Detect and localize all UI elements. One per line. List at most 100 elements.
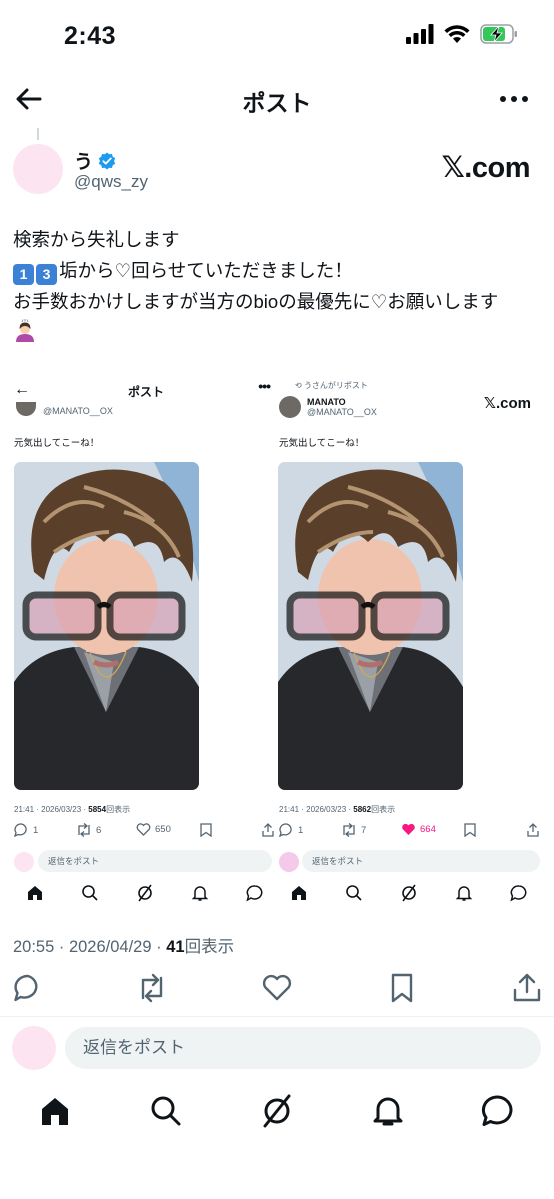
mini-bookmark-icon bbox=[200, 823, 212, 837]
views-suffix: 回表示 bbox=[184, 938, 235, 956]
reply-input[interactable]: 返信をポスト bbox=[65, 1027, 541, 1069]
mini-like-count: 664 bbox=[420, 824, 436, 835]
mini-action-bar: 1 6 650 bbox=[0, 823, 274, 841]
verified-badge-icon bbox=[98, 152, 116, 169]
mini-home-icon bbox=[292, 886, 306, 900]
mini-post-photo bbox=[14, 462, 199, 790]
home-icon[interactable] bbox=[38, 1094, 72, 1128]
tweet-line-3: お手数おかけしますが当方のbioの最優先に♡お願いします bbox=[13, 291, 499, 312]
mini-handle: @MANATO__OX bbox=[307, 407, 377, 417]
mini-reply-input: 返信をポスト bbox=[302, 850, 540, 872]
mini-reply-icon bbox=[279, 823, 292, 837]
mini-repost-icon bbox=[343, 823, 355, 837]
mini-action-bar: 1 7 664 bbox=[271, 823, 543, 841]
mini-bookmark-icon bbox=[464, 823, 476, 837]
mini-bell-icon bbox=[455, 886, 473, 901]
mini-more-icon: ••• bbox=[258, 378, 271, 394]
author-avatar[interactable] bbox=[13, 144, 63, 194]
tweet-line-2-text: 垢から♡回らせていただきました！ bbox=[59, 260, 353, 281]
mini-like-action: 664 bbox=[401, 823, 436, 836]
divider bbox=[0, 1016, 554, 1017]
author-name-row[interactable]: う bbox=[74, 147, 116, 174]
mini-views-suffix: 回表示 bbox=[371, 805, 396, 814]
x-com-logo: 𝕏.com bbox=[441, 152, 530, 184]
mini-bell-icon bbox=[191, 886, 209, 901]
embedded-post-right: ⟲ うさんがリポスト MANATO @MANATO__OX 𝕏.com 元気出し… bbox=[271, 372, 543, 910]
signal-icon bbox=[406, 24, 434, 44]
page-title: ポスト bbox=[242, 90, 312, 116]
mini-title: ポスト bbox=[128, 385, 165, 399]
mini-share-icon bbox=[527, 823, 539, 837]
mini-timestamp: 21:41 · 2026/03/23 · bbox=[14, 805, 89, 814]
mini-tab-bar bbox=[0, 884, 272, 906]
mini-grok-icon bbox=[138, 884, 152, 902]
home-indicator bbox=[205, 1184, 349, 1189]
mini-home-icon bbox=[28, 886, 42, 900]
like-heart-icon[interactable] bbox=[261, 972, 293, 1004]
mini-handle: @MANATO__OX bbox=[43, 406, 113, 416]
bottom-tab-bar bbox=[0, 1094, 554, 1138]
thread-line bbox=[37, 128, 39, 140]
mini-grok-icon bbox=[402, 884, 416, 902]
mini-reply-icon bbox=[14, 823, 27, 837]
author-handle[interactable]: @qws_zy bbox=[74, 172, 148, 192]
messages-icon[interactable] bbox=[481, 1094, 515, 1128]
mini-view-count: 5854 bbox=[88, 805, 107, 814]
person-bowing-emoji-icon bbox=[16, 319, 34, 342]
mini-reply-avatar bbox=[14, 852, 34, 872]
mini-reply-action: 1 bbox=[279, 823, 303, 837]
bookmark-icon[interactable] bbox=[386, 972, 418, 1004]
embedded-post-left: ← ポスト ••• @MANATO__OX 元気出してこーね！ 21:41 · … bbox=[0, 372, 274, 910]
post-header: ポスト bbox=[0, 72, 554, 124]
mini-tab-bar bbox=[271, 884, 543, 906]
mini-reply-avatar bbox=[279, 852, 299, 872]
keycap-digit: 3 bbox=[36, 264, 57, 285]
mini-reply-count: 1 bbox=[33, 824, 39, 836]
repost-icon[interactable] bbox=[136, 972, 168, 1004]
reply-avatar bbox=[12, 1026, 56, 1070]
mini-repost-note: ⟲ うさんがリポスト bbox=[295, 381, 368, 390]
mini-reply-input: 返信をポスト bbox=[38, 850, 272, 872]
mini-reply-count: 1 bbox=[298, 824, 304, 836]
grok-icon[interactable] bbox=[260, 1094, 294, 1128]
mini-repost-action: 6 bbox=[76, 823, 101, 837]
mini-like-action: 650 bbox=[136, 823, 171, 836]
mini-repost-action: 7 bbox=[341, 823, 366, 837]
mini-heart-filled-icon bbox=[402, 823, 415, 835]
mini-name: MANATO bbox=[307, 397, 346, 407]
keycap-digit: 1 bbox=[13, 264, 34, 285]
notifications-bell-icon[interactable] bbox=[371, 1094, 405, 1128]
reply-icon[interactable] bbox=[12, 972, 44, 1004]
tweet-text: 検索から失礼します 1 3 垢から♡回らせていただきました！ お手数おかけしますが当… bbox=[13, 224, 543, 348]
mini-messages-icon bbox=[246, 885, 263, 902]
mini-like-count: 650 bbox=[155, 824, 171, 835]
search-icon[interactable] bbox=[149, 1094, 183, 1128]
author-name[interactable]: う bbox=[74, 147, 93, 174]
mini-post-meta: 21:41 · 2026/03/23 · 5862回表示 bbox=[279, 804, 395, 815]
mini-post-text: 元気出してこーね！ bbox=[14, 438, 100, 449]
mini-repost-count: 6 bbox=[96, 824, 102, 836]
mini-x-com-logo: 𝕏.com bbox=[483, 395, 531, 412]
mini-reply-action: 1 bbox=[14, 823, 38, 837]
mini-repost-count: 7 bbox=[361, 824, 367, 836]
mini-repost-note-text: うさんがリポスト bbox=[303, 381, 368, 390]
portrait-photo bbox=[14, 462, 199, 790]
wifi-icon bbox=[444, 25, 470, 43]
embedded-screenshot[interactable]: ← ポスト ••• @MANATO__OX 元気出してこーね！ 21:41 · … bbox=[0, 372, 554, 910]
action-bar bbox=[0, 968, 554, 1012]
mini-post-meta: 21:41 · 2026/03/23 · 5854回表示 bbox=[14, 804, 130, 815]
mini-avatar bbox=[279, 396, 301, 418]
portrait-photo bbox=[278, 462, 463, 790]
post-timestamp: 20:55 · 2026/04/29 · bbox=[13, 938, 167, 956]
mini-timestamp: 21:41 · 2026/03/23 · bbox=[279, 805, 354, 814]
mini-views-suffix: 回表示 bbox=[106, 805, 131, 814]
mini-search-icon bbox=[82, 885, 98, 901]
more-options-icon[interactable] bbox=[498, 84, 530, 114]
status-icons bbox=[406, 24, 518, 44]
tweet-line-4 bbox=[13, 317, 543, 348]
tweet-line-1: 検索から失礼します bbox=[13, 229, 180, 250]
mini-repost-icon bbox=[78, 823, 90, 837]
status-time: 2:43 bbox=[64, 22, 117, 50]
mini-avatar bbox=[16, 402, 36, 416]
share-icon[interactable] bbox=[511, 972, 543, 1004]
